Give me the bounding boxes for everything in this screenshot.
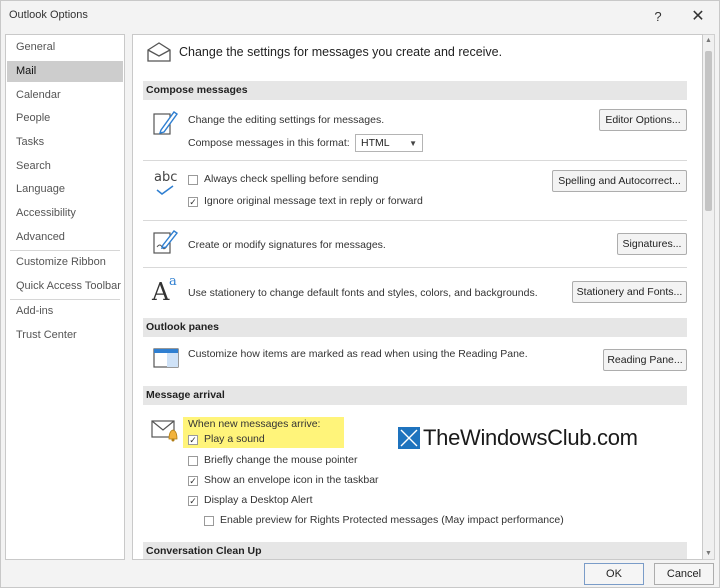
always-check-spelling-label: Always check spelling before sending (204, 173, 379, 185)
envelope-bell-icon (151, 419, 181, 446)
sidebar-nav: General Mail Calendar People Tasks Searc… (5, 34, 125, 560)
signatures-button[interactable]: Signatures... (617, 233, 687, 255)
stationery-text: Use stationery to change default fonts a… (188, 287, 538, 299)
ignore-original-label: Ignore original message text in reply or… (204, 195, 423, 207)
sidebar-item-general[interactable]: General (7, 37, 123, 58)
change-mouse-pointer-label: Briefly change the mouse pointer (204, 454, 358, 466)
stationery-fonts-button[interactable]: Stationery and Fonts... (572, 281, 687, 303)
vertical-scrollbar[interactable]: ▲ ▼ (703, 34, 715, 560)
sidebar-item-quick-access-toolbar[interactable]: Quick Access Toolbar (7, 276, 123, 297)
editing-settings-text: Change the editing settings for messages… (188, 114, 385, 126)
window-title: Outlook Options (9, 9, 88, 21)
sidebar-item-accessibility[interactable]: Accessibility (7, 203, 123, 224)
change-mouse-pointer-checkbox[interactable] (188, 456, 198, 466)
outlook-options-window: Outlook Options ? ✕ General Mail Calenda… (0, 0, 720, 588)
sidebar-item-mail[interactable]: Mail (7, 61, 123, 82)
section-header-conversation-cleanup: Conversation Clean Up (143, 542, 687, 559)
editor-options-button[interactable]: Editor Options... (599, 109, 687, 131)
desktop-alert-label: Display a Desktop Alert (204, 494, 313, 506)
envelope-taskbar-label: Show an envelope icon in the taskbar (204, 474, 379, 486)
divider (143, 267, 687, 268)
play-sound-label: Play a sound (204, 433, 265, 445)
watermark: TheWindowsClub.com (398, 425, 638, 450)
section-header-outlook-panes: Outlook panes (143, 318, 687, 337)
play-sound-checkbox[interactable]: ✓ (188, 435, 198, 445)
always-check-spelling-checkbox[interactable] (188, 175, 198, 185)
envelope-taskbar-checkbox[interactable]: ✓ (188, 476, 198, 486)
spelling-autocorrect-button[interactable]: Spelling and Autocorrect... (552, 170, 687, 192)
stationery-icon-superscript: a (169, 274, 177, 289)
sidebar-item-search[interactable]: Search (7, 156, 123, 177)
sidebar-item-language[interactable]: Language (7, 179, 123, 200)
section-header-compose: Compose messages (143, 81, 687, 100)
stationery-icon: A (152, 278, 170, 306)
compose-format-label: Compose messages in this format: (188, 137, 350, 149)
sidebar-item-add-ins[interactable]: Add-ins (7, 301, 123, 322)
reading-pane-button[interactable]: Reading Pane... (603, 349, 687, 371)
signature-pen-icon (151, 227, 179, 260)
sidebar-item-advanced[interactable]: Advanced (7, 227, 123, 248)
sidebar-item-tasks[interactable]: Tasks (7, 132, 123, 153)
arrival-intro: When new messages arrive: (188, 418, 321, 430)
scroll-down-icon[interactable]: ▼ (705, 550, 712, 557)
desktop-alert-checkbox[interactable]: ✓ (188, 496, 198, 506)
title-bar: Outlook Options ? ✕ (1, 1, 719, 31)
sidebar-item-calendar[interactable]: Calendar (7, 85, 123, 106)
panel-heading: Change the settings for messages you cre… (179, 45, 503, 59)
signatures-text: Create or modify signatures for messages… (188, 239, 386, 251)
sidebar-divider (10, 250, 120, 251)
reading-pane-text: Customize how items are marked as read w… (188, 348, 528, 360)
scroll-thumb[interactable] (705, 51, 712, 211)
divider (143, 220, 687, 221)
watermark-text: TheWindowsClub.com (423, 425, 638, 450)
help-button[interactable]: ? (646, 5, 670, 27)
checkmark-icon (156, 185, 174, 198)
cancel-button[interactable]: Cancel (654, 563, 714, 585)
abc-spelling-icon: abc (154, 170, 178, 185)
scroll-up-icon[interactable]: ▲ (705, 37, 712, 44)
compose-format-select[interactable]: HTML ▼ (355, 134, 423, 152)
rights-protected-preview-label: Enable preview for Rights Protected mess… (220, 514, 564, 526)
pen-paper-icon (151, 108, 179, 141)
rights-protected-preview-checkbox[interactable] (204, 516, 214, 526)
ignore-original-checkbox[interactable]: ✓ (188, 197, 198, 207)
sidebar-item-people[interactable]: People (7, 108, 123, 129)
compose-format-value: HTML (361, 137, 390, 149)
close-button[interactable]: ✕ (686, 5, 710, 27)
sidebar-divider (10, 299, 120, 300)
section-header-message-arrival: Message arrival (143, 386, 687, 405)
ok-button[interactable]: OK (584, 563, 644, 585)
divider (143, 160, 687, 161)
sidebar-item-customize-ribbon[interactable]: Customize Ribbon (7, 252, 123, 273)
sidebar-item-trust-center[interactable]: Trust Center (7, 325, 123, 346)
mail-settings-panel: Change the settings for messages you cre… (132, 34, 703, 560)
chevron-down-icon: ▼ (409, 139, 417, 148)
envelope-open-icon (146, 41, 172, 66)
reading-pane-icon (153, 348, 179, 371)
windows-logo-icon (398, 427, 420, 449)
